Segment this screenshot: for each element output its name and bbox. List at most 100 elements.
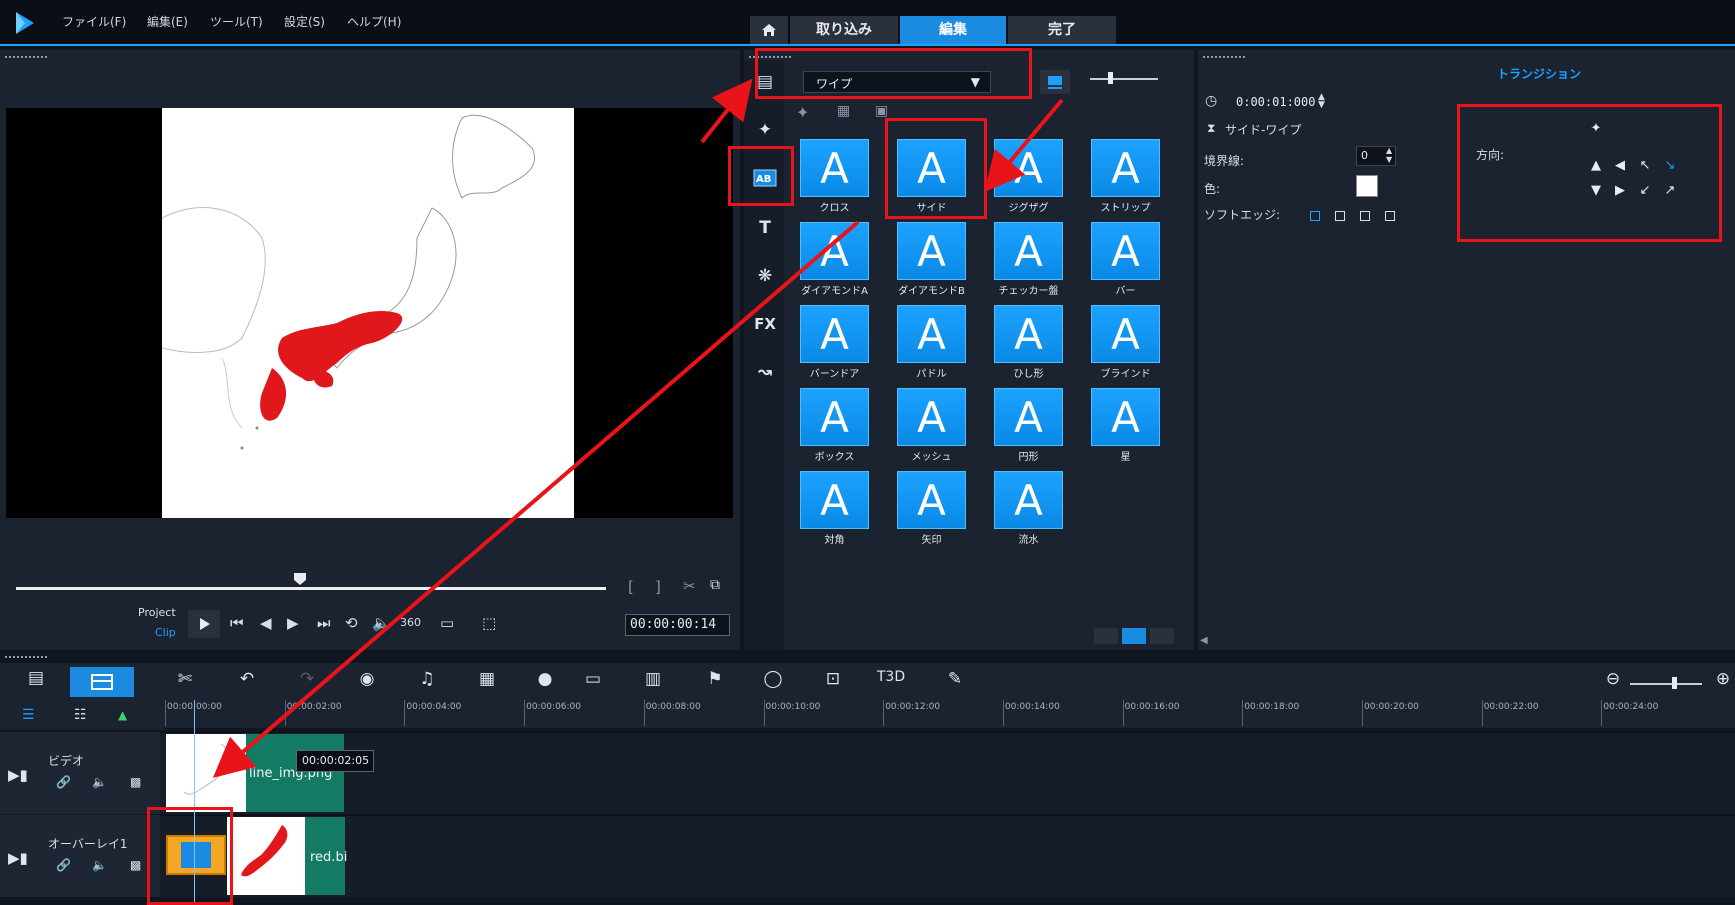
motion-icon[interactable]: ✎	[940, 669, 970, 689]
redo-icon[interactable]: ↷	[292, 669, 322, 689]
border-stepper[interactable]: ▲ ▼	[1386, 146, 1392, 164]
tab-capture[interactable]: 取り込み	[790, 16, 898, 44]
scrubber-thumb[interactable]	[293, 572, 307, 586]
timeline-view-button[interactable]	[70, 667, 134, 697]
soft-edge-strong[interactable]	[1385, 211, 1395, 221]
aspect-ratio-icon[interactable]: ▭	[440, 614, 454, 632]
transition-thumb[interactable]: A クロス	[786, 133, 883, 216]
transition-thumb[interactable]: A バー	[1077, 216, 1174, 299]
panel-grip[interactable]	[1202, 55, 1246, 59]
add-track-icon[interactable]: ☷	[74, 707, 87, 723]
instant-project-icon[interactable]: ✦	[750, 116, 780, 144]
panel-grip[interactable]	[4, 55, 48, 59]
mark-in-icon[interactable]: [	[628, 578, 634, 596]
menu-help[interactable]: ヘルプ(H)	[347, 13, 401, 30]
home-tab[interactable]	[750, 16, 788, 44]
transition-thumb[interactable]: A チェッカー盤	[980, 216, 1077, 299]
soft-edge-none[interactable]	[1310, 211, 1320, 221]
timeline-zoom-slider[interactable]	[1630, 683, 1702, 685]
thumbnail-size-thumb[interactable]	[1108, 72, 1113, 84]
360-icon[interactable]: 360	[400, 616, 421, 629]
path-library-icon[interactable]: ↝	[750, 358, 780, 386]
menu-settings[interactable]: 設定(S)	[284, 13, 325, 30]
duration-stepper[interactable]: ▲ ▼	[1318, 93, 1325, 110]
menu-edit[interactable]: 編集(E)	[147, 13, 188, 30]
title-library-icon[interactable]: T	[750, 214, 780, 242]
panel-grip[interactable]	[4, 655, 48, 659]
view-toggle-button[interactable]	[1040, 70, 1070, 94]
tab-edit[interactable]: 編集	[900, 16, 1006, 44]
track-visibility-icon[interactable]: ▩	[130, 858, 141, 872]
zoom-out-icon[interactable]: ⊖	[1598, 669, 1628, 689]
transition-thumb[interactable]: A ストリップ	[1077, 133, 1174, 216]
go-to-start-icon[interactable]: ⏮	[230, 614, 244, 632]
motion-tracking-icon[interactable]: ⚑	[700, 669, 730, 689]
fx-library-icon[interactable]: FX	[750, 310, 780, 338]
transition-thumb[interactable]: A パドル	[883, 299, 980, 382]
preview-timecode[interactable]: 00:00:00:14	[625, 614, 730, 636]
undo-icon[interactable]: ↶	[232, 669, 262, 689]
track-visibility-icon[interactable]: ▩	[130, 775, 141, 789]
ripple-edit-icon[interactable]: ▲	[118, 708, 127, 722]
transition-thumb[interactable]: A メッシュ	[883, 382, 980, 465]
transition-thumb[interactable]: A ダイアモンドA	[786, 216, 883, 299]
thumbnail-size-slider[interactable]	[1090, 78, 1158, 80]
transition-thumb[interactable]: A星	[1077, 382, 1174, 465]
split-screen-icon[interactable]: ▥	[638, 669, 668, 689]
subtitle-icon[interactable]: ▭	[578, 669, 608, 689]
soft-edge-weak[interactable]	[1335, 211, 1345, 221]
tab-share[interactable]: 完了	[1008, 16, 1116, 44]
transition-thumb[interactable]: A ボックス	[786, 382, 883, 465]
library-footer-button-3[interactable]	[1150, 628, 1174, 644]
volume-icon[interactable]: 🔈	[372, 614, 391, 632]
transition-thumb[interactable]: A ダイアモンドB	[883, 216, 980, 299]
graphics-library-icon[interactable]: ❋	[750, 262, 780, 290]
zoom-in-icon[interactable]: ⊕	[1708, 669, 1735, 689]
mask-icon[interactable]: ◯	[758, 669, 788, 689]
3d-title-icon[interactable]: T3D	[876, 669, 906, 685]
track-volume-icon[interactable]: 🔈	[92, 775, 107, 789]
transition-thumb[interactable]: A バーンドア	[786, 299, 883, 382]
add-favorite-icon[interactable]: ✦	[796, 103, 809, 122]
tools-icon[interactable]: ✄	[170, 669, 200, 689]
sound-mixer-icon[interactable]: ♫	[412, 669, 442, 689]
go-to-end-icon[interactable]: ⏭	[317, 614, 331, 632]
link-icon[interactable]: 🔗	[56, 858, 71, 872]
track-manager-icon[interactable]: ☰	[22, 707, 35, 723]
mark-out-icon[interactable]: ]	[655, 578, 661, 596]
snapshot-icon[interactable]: ⧉	[710, 577, 720, 593]
options-tab-title[interactable]: トランジション	[1497, 65, 1581, 82]
menu-file[interactable]: ファイル(F)	[62, 13, 126, 30]
transition-thumb[interactable]: A ひし形	[980, 299, 1077, 382]
scissors-icon[interactable]: ✂	[683, 577, 696, 595]
transition-thumb[interactable]: A 矢印	[883, 465, 980, 548]
link-icon[interactable]: 🔗	[56, 775, 71, 789]
track-volume-icon[interactable]: 🔈	[92, 858, 107, 872]
chapter-icon[interactable]: ▦	[472, 669, 502, 689]
apply-random-icon[interactable]: ▦	[837, 103, 850, 119]
blend-icon[interactable]: ●	[530, 669, 560, 689]
transition-thumb[interactable]: A 流水	[980, 465, 1077, 548]
library-footer-button-2[interactable]	[1122, 628, 1146, 644]
play-button[interactable]	[188, 610, 220, 638]
storyboard-view-icon[interactable]: ▤	[18, 668, 54, 696]
preview-scrubber[interactable]	[16, 587, 606, 590]
mode-clip-label[interactable]: Clip	[155, 626, 176, 639]
menu-tools[interactable]: ツール(T)	[210, 13, 263, 30]
previous-frame-icon[interactable]: ◀	[260, 614, 272, 632]
timeline-zoom-thumb[interactable]	[1672, 677, 1677, 689]
library-footer-button-1[interactable]	[1094, 628, 1118, 644]
color-correction-icon[interactable]: ◉	[352, 669, 382, 689]
collapse-panel-icon[interactable]: ◀	[1200, 635, 1208, 646]
border-color-swatch[interactable]	[1356, 175, 1378, 197]
transition-thumb[interactable]: A ジグザグ	[980, 133, 1077, 216]
duration-timecode[interactable]: 0:00:01:000	[1236, 95, 1315, 109]
repeat-icon[interactable]: ⟲	[345, 614, 358, 632]
transition-thumb[interactable]: A 対角	[786, 465, 883, 548]
transition-thumb[interactable]: A ブラインド	[1077, 299, 1174, 382]
pan-zoom-icon[interactable]: ⊡	[818, 669, 848, 689]
next-frame-icon[interactable]: ▶	[287, 614, 299, 632]
crop-icon[interactable]: ⬚	[482, 614, 496, 632]
soft-edge-medium[interactable]	[1360, 211, 1370, 221]
transition-thumb[interactable]: A 円形	[980, 382, 1077, 465]
